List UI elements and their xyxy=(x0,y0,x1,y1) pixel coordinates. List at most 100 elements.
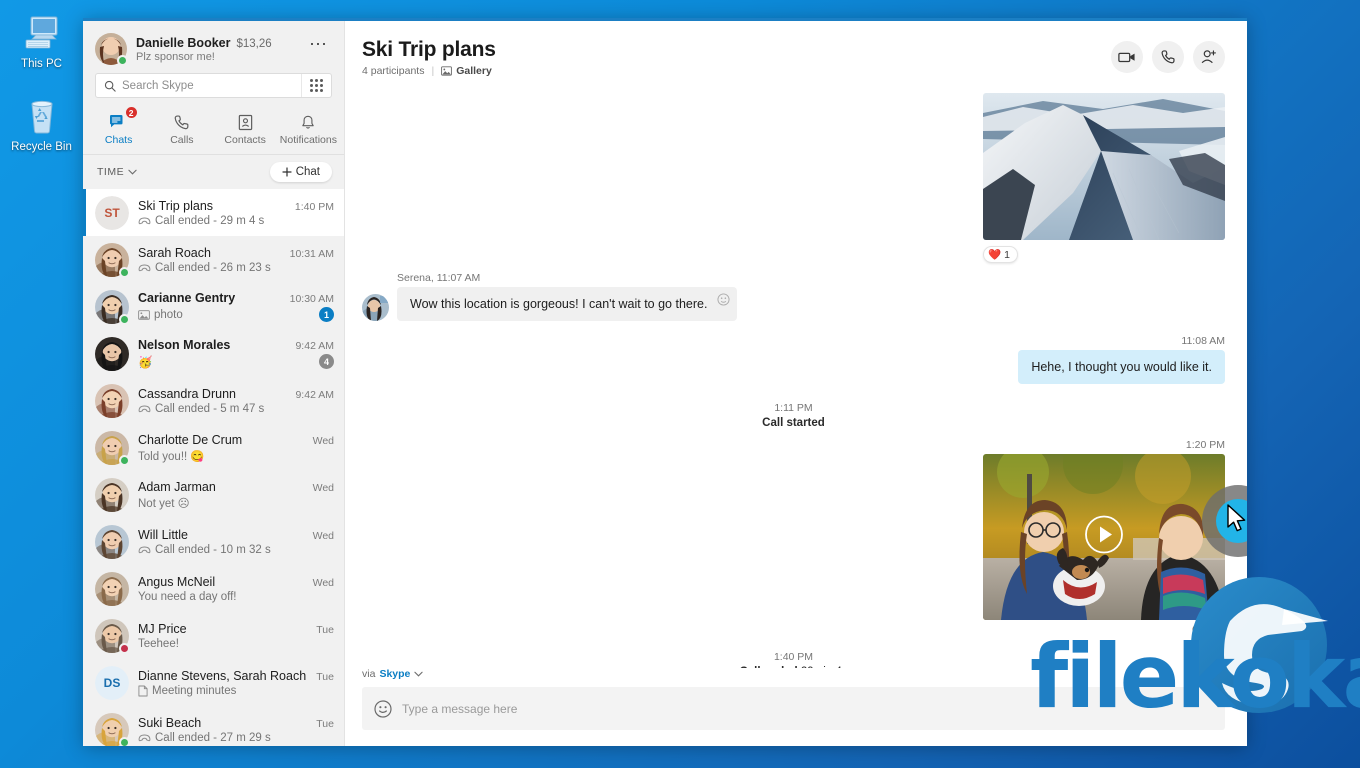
avatar[interactable]: ST xyxy=(95,195,129,230)
add-person-icon[interactable] xyxy=(1193,41,1225,73)
tab-chats[interactable]: 2 Chats xyxy=(87,106,150,154)
avatar[interactable] xyxy=(95,430,130,466)
chat-item-name: Ski Trip plans xyxy=(138,198,214,213)
avatar[interactable] xyxy=(95,618,130,654)
chat-item-body: Nelson Morales 9:42 AM 🥳 4 xyxy=(138,338,334,369)
chat-item-body: Sarah Roach 10:31 AM Call ended - 26 m 23 … xyxy=(138,246,334,274)
chat-item-name: Dianne Stevens, Sarah Roach xyxy=(138,668,307,683)
tab-label: Chats xyxy=(104,134,133,146)
search-icon xyxy=(96,80,122,92)
message-text: Wow this location is gorgeous! I can't w… xyxy=(410,297,708,311)
chat-list-item[interactable]: Charlotte De Crum Wed Told you!! 😋 xyxy=(83,424,344,471)
message-row: ❤️ 1 xyxy=(362,93,1225,263)
tab-notifications[interactable]: Notifications xyxy=(277,106,340,154)
chat-list-item[interactable]: Cassandra Drunn 9:42 AM Call ended - 5 m 4… xyxy=(83,377,344,424)
reaction-count: 1 xyxy=(1004,248,1010,261)
chat-list-item[interactable]: MJ Price Tue Teehee! xyxy=(83,612,344,659)
chat-list-item[interactable]: Carianne Gentry 10:30 AM photo 1 xyxy=(83,283,344,330)
chat-list-item[interactable]: Sarah Roach 10:31 AM Call ended - 26 m 23 … xyxy=(83,236,344,283)
avatar[interactable] xyxy=(95,524,129,559)
ellipsis-icon[interactable]: ⋯ xyxy=(303,35,334,53)
composer-area: via Skype xyxy=(345,668,1247,746)
new-chat-label: Chat xyxy=(295,166,320,178)
message-input[interactable] xyxy=(402,687,1213,730)
chat-item-body: Carianne Gentry 10:30 AM photo 1 xyxy=(138,291,334,322)
avatar[interactable] xyxy=(95,336,129,371)
video-attachment[interactable] xyxy=(983,454,1225,620)
via-service-dropdown[interactable]: Skype xyxy=(379,668,410,680)
chat-item-time: Tue xyxy=(316,717,334,730)
avatar[interactable] xyxy=(95,571,129,606)
message-row: Serena, 11:07 AM Wow this location is go… xyxy=(362,272,1225,321)
avatar[interactable] xyxy=(95,383,129,418)
play-icon[interactable] xyxy=(1084,515,1124,560)
presence-indicator xyxy=(119,454,130,466)
chat-list-item[interactable]: Angus McNeil Wed You need a day off! xyxy=(83,565,344,612)
conversation-panel: Ski Trip plans 4 participants | Gallery xyxy=(345,21,1247,746)
smiley-icon[interactable] xyxy=(374,699,392,718)
chat-item-time: Wed xyxy=(312,434,334,447)
search-box[interactable] xyxy=(95,73,332,98)
participants-count: 4 participants xyxy=(362,64,425,77)
via-row: via Skype xyxy=(362,668,1225,680)
unread-badge: 1 xyxy=(319,307,334,322)
video-camera-icon[interactable] xyxy=(1111,41,1143,73)
chat-item-preview: Call ended - 26 m 23 s xyxy=(138,262,271,274)
dialpad-icon[interactable] xyxy=(301,74,331,97)
contacts-icon xyxy=(237,110,254,131)
chat-item-preview: Call ended - 29 m 4 s xyxy=(138,215,264,227)
chat-list-item[interactable]: ST Ski Trip plans 1:40 PM Call ended - 29 m… xyxy=(83,189,344,236)
reaction-pill[interactable]: ❤️ 1 xyxy=(983,246,1018,263)
desktop-icon-recycle-bin[interactable]: Recycle Bin xyxy=(0,71,83,154)
sidebar: Danielle Booker $13,26 Plz sponsor me! ⋯ xyxy=(83,21,345,746)
chat-list-item[interactable]: Adam Jarman Wed Not yet ☹ xyxy=(83,471,344,518)
sort-by-time-dropdown[interactable]: TIME xyxy=(97,166,137,178)
chat-item-time: Tue xyxy=(316,623,334,636)
gallery-link[interactable]: Gallery xyxy=(441,65,492,77)
tab-calls[interactable]: Calls xyxy=(150,106,213,154)
chat-list-item[interactable]: Suki Beach Tue Call ended - 27 m 29 s xyxy=(83,706,344,746)
chat-icon: 2 xyxy=(109,106,138,131)
conversation-actions xyxy=(1111,41,1225,73)
message-list[interactable]: ❤️ 1 Serena, 11:07 AM Wow this location … xyxy=(345,93,1247,668)
add-reaction-icon[interactable] xyxy=(717,293,730,306)
search-input[interactable] xyxy=(122,74,301,97)
chat-item-name: Carianne Gentry xyxy=(138,291,236,305)
chat-list-item[interactable]: DS Dianne Stevens, Sarah Roach Tue Meeting … xyxy=(83,659,344,706)
skype-window: Danielle Booker $13,26 Plz sponsor me! ⋯ xyxy=(83,18,1247,746)
call-ended-icon xyxy=(138,546,151,554)
avatar[interactable]: DS xyxy=(95,665,129,700)
new-chat-button[interactable]: Chat xyxy=(269,162,332,182)
chat-item-name: Nelson Morales xyxy=(138,338,231,352)
message-bubble-outgoing[interactable]: Hehe, I thought you would like it. xyxy=(1018,350,1225,384)
avatar[interactable] xyxy=(95,242,130,278)
conversation-header: Ski Trip plans 4 participants | Gallery xyxy=(345,21,1247,93)
chat-item-body: Charlotte De Crum Wed Told you!! 😋 xyxy=(138,433,334,463)
profile-mood: Plz sponsor me! xyxy=(136,50,215,63)
chevron-down-icon[interactable] xyxy=(414,671,424,677)
chat-item-name: Cassandra Drunn xyxy=(138,386,236,401)
message-bubble-incoming[interactable]: Wow this location is gorgeous! I can't w… xyxy=(397,287,738,321)
reaction-emoji: ❤️ xyxy=(988,249,1002,261)
chat-list[interactable]: ST Ski Trip plans 1:40 PM Call ended - 29 m… xyxy=(83,189,344,746)
image-attachment[interactable] xyxy=(983,93,1225,240)
chat-list-item[interactable]: Nelson Morales 9:42 AM 🥳 4 xyxy=(83,330,344,377)
message-composer[interactable] xyxy=(362,687,1225,730)
avatar[interactable] xyxy=(95,712,130,746)
desktop-icon-this-pc[interactable]: This PC xyxy=(0,0,83,71)
chat-item-name: Adam Jarman xyxy=(138,479,216,494)
phone-icon xyxy=(173,110,190,131)
avatar[interactable] xyxy=(362,294,389,321)
phone-icon[interactable] xyxy=(1152,41,1184,73)
avatar[interactable] xyxy=(95,289,130,325)
tab-contacts[interactable]: Contacts xyxy=(214,106,277,154)
message-text: Hehe, I thought you would like it. xyxy=(1031,360,1212,374)
chat-item-time: Wed xyxy=(312,529,334,542)
tab-label: Calls xyxy=(170,134,194,146)
chat-item-body: Ski Trip plans 1:40 PM Call ended - 29 m 4… xyxy=(138,199,334,227)
avatar[interactable] xyxy=(95,477,129,512)
chat-list-item[interactable]: Will Little Wed Call ended - 10 m 32 s xyxy=(83,518,344,565)
avatar[interactable] xyxy=(95,33,128,66)
chat-item-body: Will Little Wed Call ended - 10 m 32 s xyxy=(138,528,334,556)
recycle-bin-icon xyxy=(0,93,83,139)
